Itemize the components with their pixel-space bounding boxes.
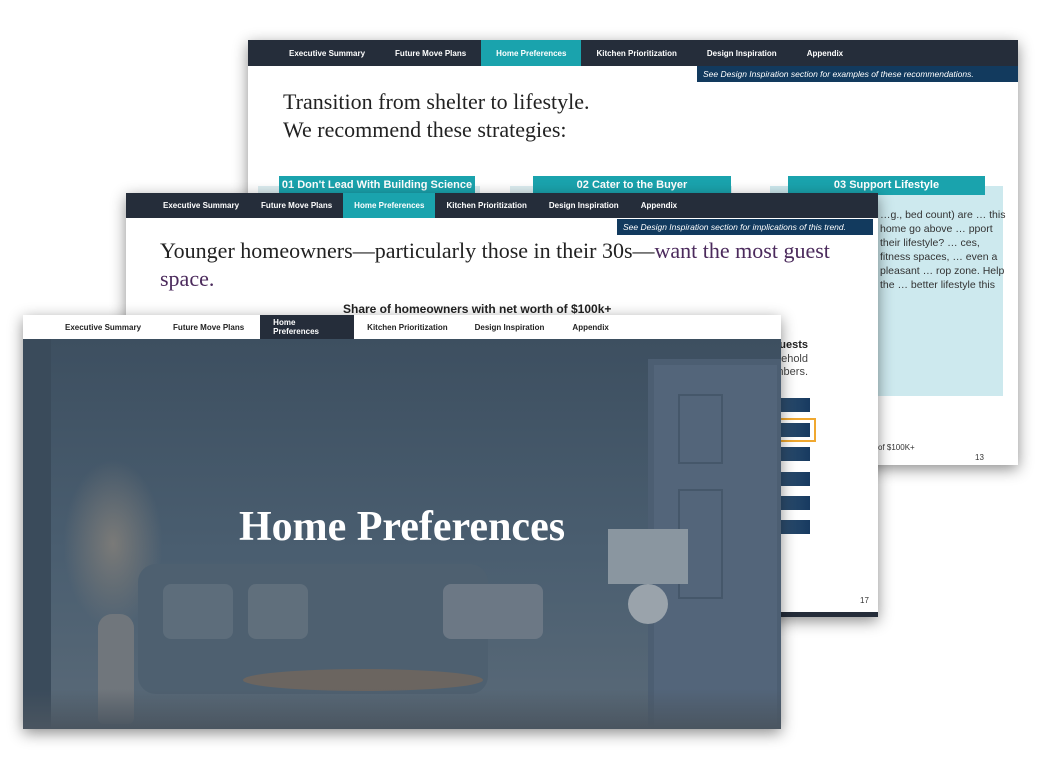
door-panel [678,394,723,464]
nav-executive-summary[interactable]: Executive Summary [274,40,380,66]
cushion [248,584,308,639]
design-inspiration-note: See Design Inspiration section for impli… [617,219,873,235]
nav-kitchen-prioritization[interactable]: Kitchen Prioritization [435,193,537,218]
nav-design-inspiration[interactable]: Design Inspiration [538,193,630,218]
slide-title: Transition from shelter to lifestyle. We … [283,88,590,144]
nav-future-move-plans[interactable]: Future Move Plans [250,193,343,218]
slide-nav: Executive Summary Future Move Plans Home… [248,40,1018,66]
nav-kitchen-prioritization[interactable]: Kitchen Prioritization [354,315,460,339]
nav-home-preferences[interactable]: Home Preferences [481,40,582,66]
nav-home-preferences[interactable]: Home Preferences [343,193,436,218]
nav-kitchen-prioritization[interactable]: Kitchen Prioritization [581,40,691,66]
title-line-1: Transition from shelter to lifestyle. [283,89,590,114]
slide-title: Younger homeowners—particularly those in… [160,237,860,293]
nav-executive-summary[interactable]: Executive Summary [49,315,157,339]
nav-appendix[interactable]: Appendix [558,315,622,339]
page-number: 13 [975,453,984,462]
page-number: 17 [860,596,869,605]
cushion [443,584,543,639]
nav-future-move-plans[interactable]: Future Move Plans [380,40,481,66]
nav-future-move-plans[interactable]: Future Move Plans [157,315,260,339]
slide-home-preferences-cover: Executive Summary Future Move Plans Home… [23,315,781,729]
cushion [163,584,233,639]
nav-design-inspiration[interactable]: Design Inspiration [692,40,792,66]
slide-nav: Executive Summary Future Move Plans Home… [23,315,781,339]
footnote: of $100K+ [878,443,915,452]
nav-executive-summary[interactable]: Executive Summary [152,193,250,218]
coffee-table [243,669,483,691]
floor [23,689,781,729]
title-plain: Younger homeowners—particularly those in… [160,238,655,263]
nav-appendix[interactable]: Appendix [630,193,688,218]
slide-nav: Executive Summary Future Move Plans Home… [126,193,878,218]
nav-home-preferences[interactable]: Home Preferences [260,315,355,339]
nav-appendix[interactable]: Appendix [792,40,858,66]
title-line-2: We recommend these strategies: [283,117,567,142]
lamp-base [628,584,668,624]
strategy-body-text: …g., bed count) are … this home go above… [880,209,1006,291]
nav-design-inspiration[interactable]: Design Inspiration [461,315,559,339]
chart-title: Share of homeowners with net worth of $1… [343,302,612,316]
design-inspiration-note: See Design Inspiration section for examp… [697,66,1018,82]
side-text-bold: uests [779,339,808,351]
section-title: Home Preferences [238,504,566,550]
